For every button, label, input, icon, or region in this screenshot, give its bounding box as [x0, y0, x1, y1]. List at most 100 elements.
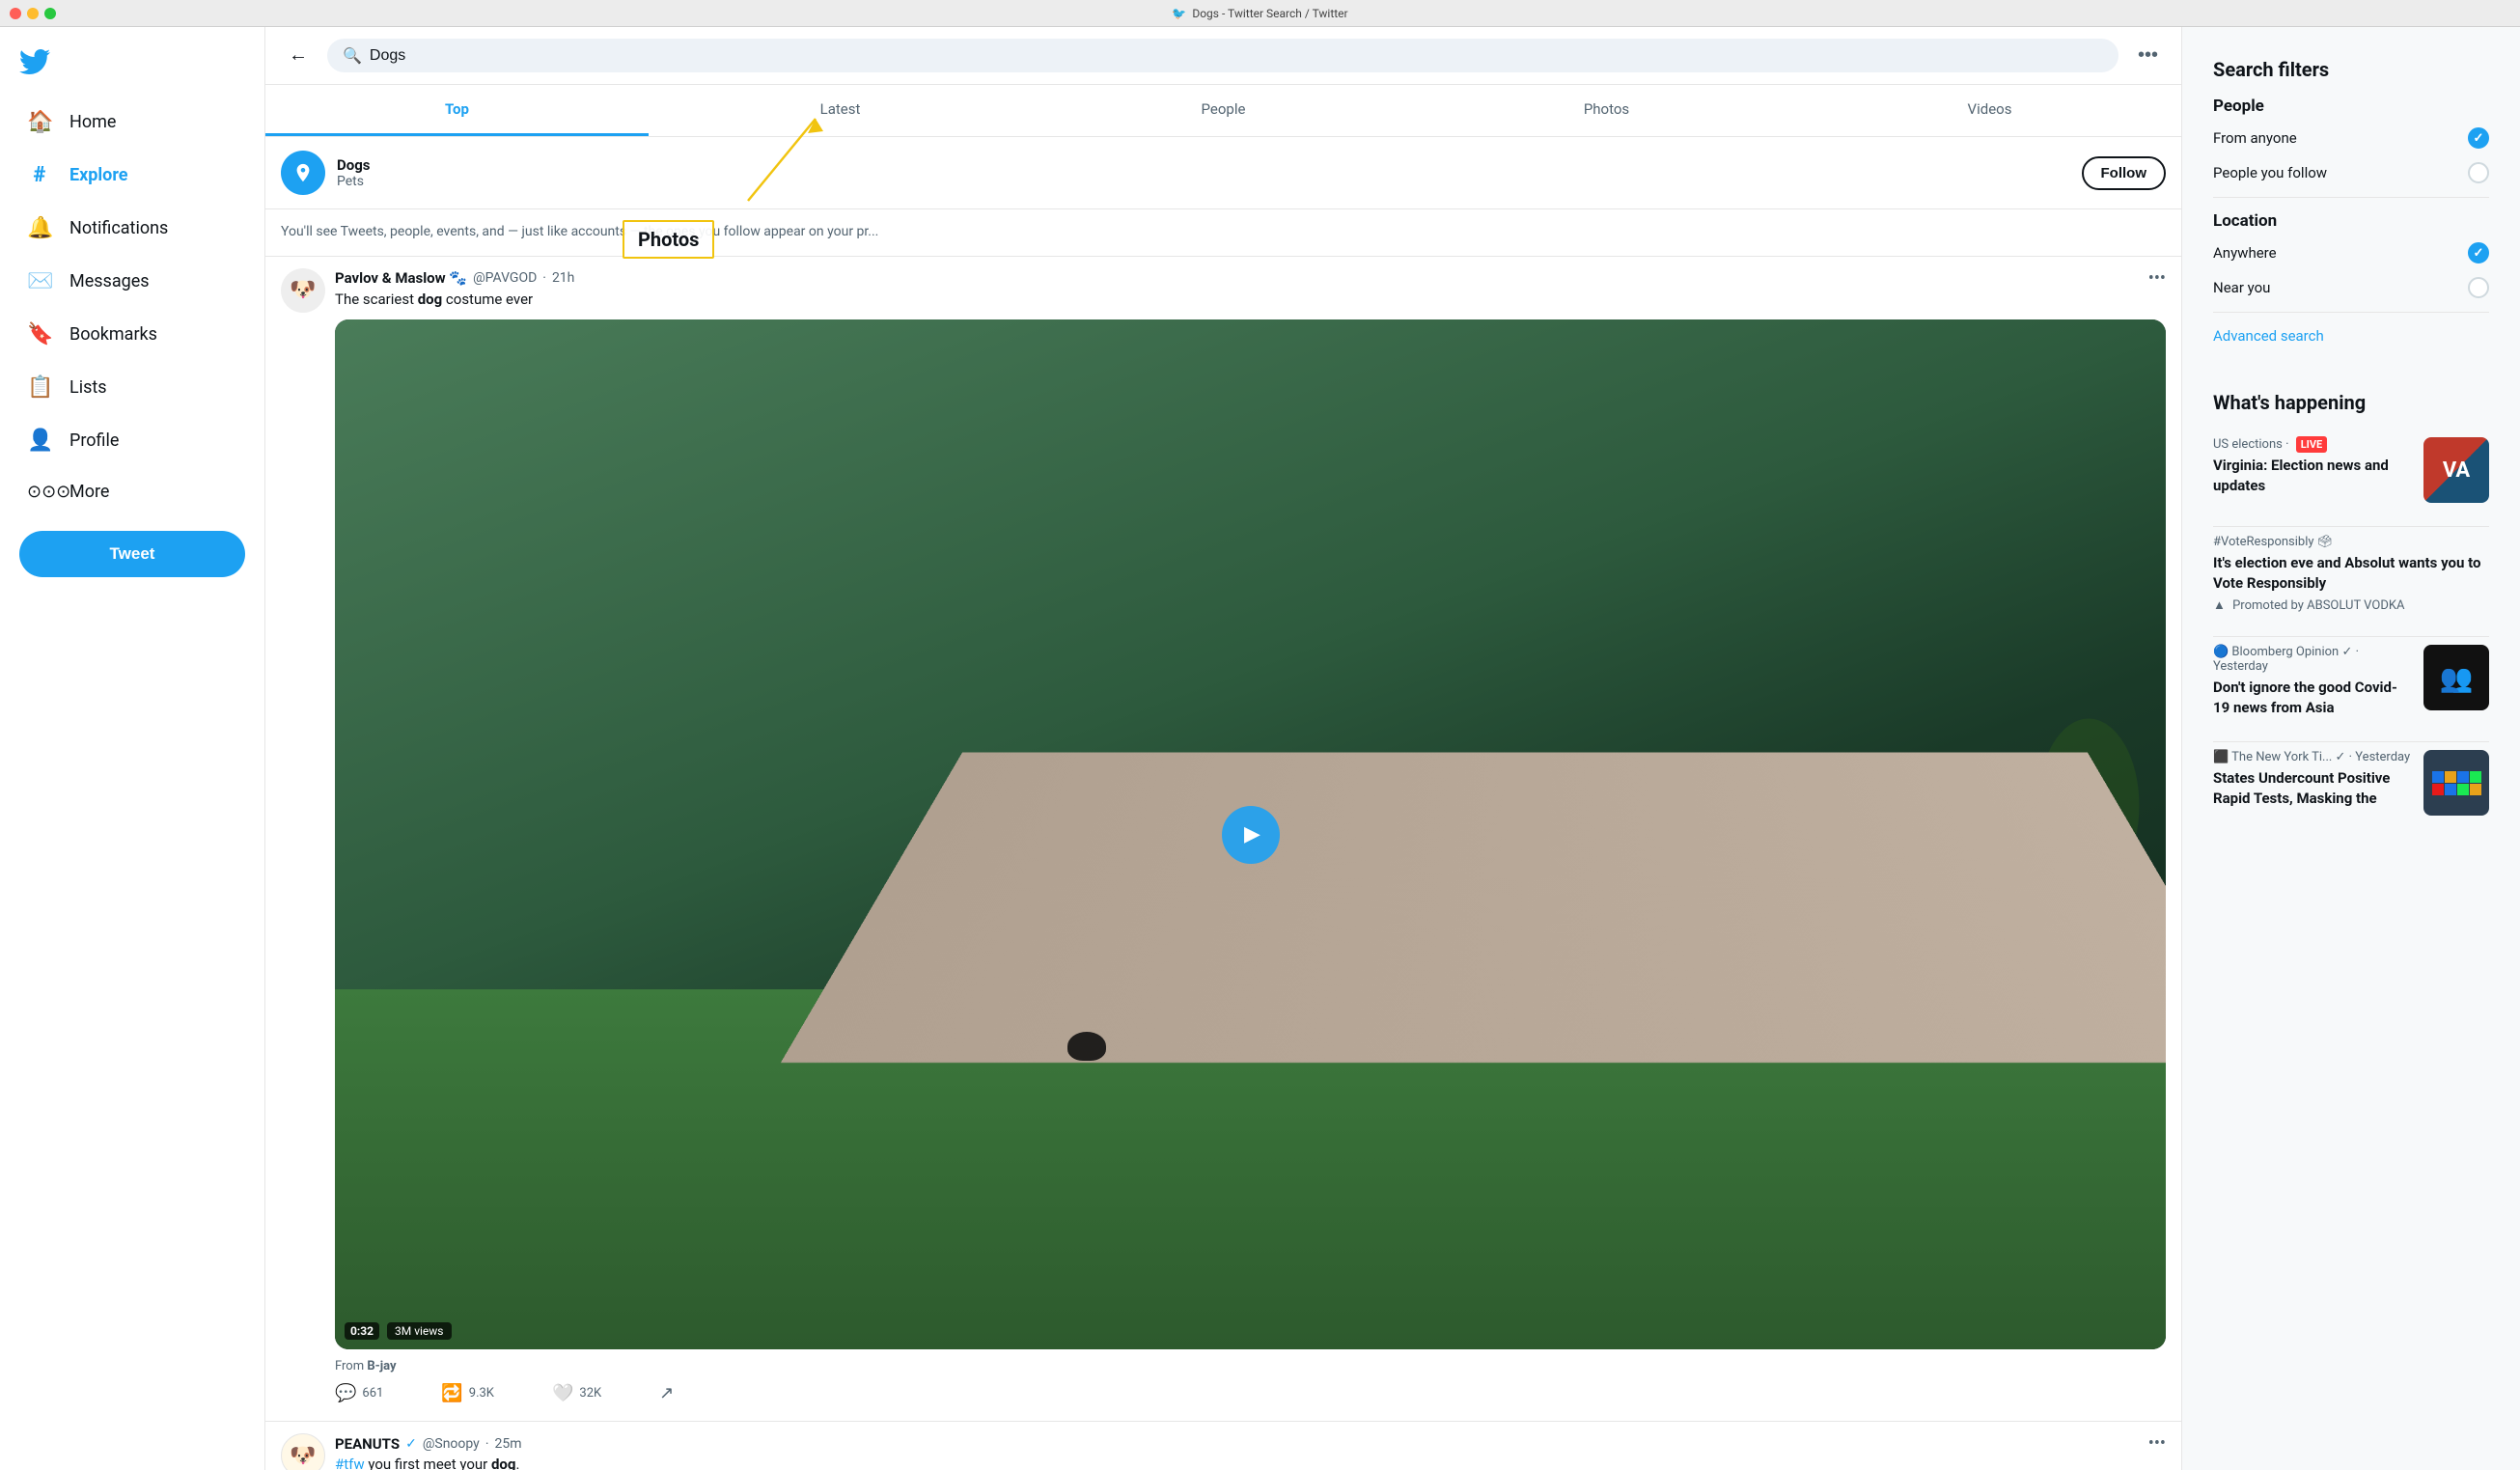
search-bar-area: ← 🔍 •••: [265, 27, 2181, 85]
minimize-button[interactable]: [27, 8, 39, 19]
video-views: 3M views: [387, 1322, 452, 1340]
follow-button[interactable]: Follow: [2082, 156, 2167, 190]
list-item[interactable]: #VoteResponsibly 🗳 It's election eve and…: [2213, 527, 2489, 621]
envelope-icon: ✉️: [27, 269, 52, 293]
more-options-button[interactable]: •••: [2130, 37, 2166, 74]
reply-action[interactable]: 💬 661: [335, 1383, 383, 1403]
window-controls: [10, 8, 56, 19]
happening-meta: 🔵 Bloomberg Opinion ✓ · Yesterday: [2213, 645, 2412, 674]
reply-icon: 💬: [335, 1383, 356, 1403]
close-button[interactable]: [10, 8, 21, 19]
tweet-button[interactable]: Tweet: [19, 531, 245, 577]
dogs-avatar: [281, 151, 325, 195]
near-you-radio[interactable]: [2468, 277, 2489, 298]
bookmark-icon: 🔖: [27, 322, 52, 347]
info-text: You'll see Tweets, people, events, and —…: [265, 209, 2181, 257]
list-item[interactable]: ⬛ The New York Ti... ✓ · Yesterday State…: [2213, 742, 2489, 823]
app: 🏠 Home # Explore 🔔 Notifications ✉️ Mess…: [0, 27, 2520, 1470]
happening-headline: Virginia: Election news and updates: [2213, 456, 2412, 496]
from-anyone-radio[interactable]: [2468, 127, 2489, 149]
happening-headline: It's election eve and Absolut wants you …: [2213, 553, 2489, 594]
sidebar: 🏠 Home # Explore 🔔 Notifications ✉️ Mess…: [0, 27, 265, 1470]
table-row: 🐶 Pavlov & Maslow 🐾 @PAVGOD · 21h ••• Th…: [265, 257, 2181, 1423]
filter-divider-2: [2213, 312, 2489, 313]
retweet-icon: 🔁: [441, 1383, 462, 1403]
people-you-follow-row: People you follow: [2213, 162, 2489, 183]
account-info: Dogs Pets: [281, 151, 371, 195]
tweet-time: 25m: [494, 1436, 521, 1452]
list-item[interactable]: US elections · LIVE Virginia: Election n…: [2213, 430, 2489, 511]
video-duration: 0:32: [345, 1322, 379, 1340]
sidebar-item-messages[interactable]: ✉️ Messages: [8, 258, 257, 305]
search-icon: 🔍: [343, 46, 362, 65]
from-anyone-label: From anyone: [2213, 129, 2297, 147]
sidebar-item-profile[interactable]: 👤 Profile: [8, 417, 257, 464]
happening-promo: ▲ Promoted by ABSOLUT VODKA: [2213, 597, 2489, 613]
sidebar-item-more[interactable]: ⊙⊙⊙ More: [8, 470, 257, 513]
retweet-action[interactable]: 🔁 9.3K: [441, 1383, 494, 1403]
tab-videos[interactable]: Videos: [1798, 85, 2181, 136]
play-icon: ▶: [1244, 822, 1260, 846]
sidebar-item-label: Explore: [69, 165, 127, 185]
search-input-wrap: 🔍: [327, 39, 2118, 72]
sidebar-item-label: Lists: [69, 377, 107, 398]
sidebar-item-label: Profile: [69, 430, 119, 451]
advanced-search-link[interactable]: Advanced search: [2213, 327, 2324, 345]
happening-thumbnail-va: VA: [2423, 437, 2489, 503]
tweet-video[interactable]: ▶ 0:32 3M views: [335, 319, 2166, 1349]
retweet-count: 9.3K: [469, 1386, 494, 1401]
search-filters-card: Search filters People From anyone People…: [2198, 42, 2505, 360]
share-action[interactable]: ↗: [659, 1383, 674, 1403]
tab-top[interactable]: Top: [265, 85, 649, 136]
sidebar-item-notifications[interactable]: 🔔 Notifications: [8, 205, 257, 252]
titlebar: 🐦 Dogs - Twitter Search / Twitter: [0, 0, 2520, 27]
tweet-user-info: PEANUTS ✓ @Snoopy · 25m •••: [335, 1433, 2166, 1454]
sidebar-navigation: 🏠 Home # Explore 🔔 Notifications ✉️ Mess…: [0, 97, 264, 515]
explore-icon: #: [27, 163, 52, 187]
tweet-text: The scariest dog costume ever: [335, 289, 2166, 311]
reply-count: 661: [362, 1386, 383, 1401]
play-button-overlay[interactable]: ▶: [1222, 806, 1280, 864]
people-you-follow-radio[interactable]: [2468, 162, 2489, 183]
sidebar-item-label: Home: [69, 112, 116, 132]
more-icon: ⊙⊙⊙: [27, 482, 52, 502]
back-button[interactable]: ←: [281, 37, 316, 74]
tweet-time: 21h: [552, 270, 574, 286]
tweet-more-options[interactable]: •••: [2148, 1433, 2166, 1454]
sidebar-item-home[interactable]: 🏠 Home: [8, 98, 257, 146]
sidebar-item-lists[interactable]: 📋 Lists: [8, 364, 257, 411]
heart-icon: 🤍: [552, 1383, 573, 1403]
tab-people[interactable]: People: [1032, 85, 1415, 136]
tab-latest[interactable]: Latest: [649, 85, 1032, 136]
happening-meta: ⬛ The New York Ti... ✓ · Yesterday: [2213, 750, 2412, 764]
maximize-button[interactable]: [44, 8, 56, 19]
whats-happening-card: What's happening US elections · LIVE Vir…: [2198, 375, 2505, 854]
tweet-more-options[interactable]: •••: [2148, 268, 2166, 289]
sidebar-item-bookmarks[interactable]: 🔖 Bookmarks: [8, 311, 257, 358]
people-you-follow-label: People you follow: [2213, 164, 2327, 181]
tweet-dot: ·: [542, 270, 546, 286]
anywhere-radio[interactable]: [2468, 242, 2489, 263]
location-filter-section: Location: [2213, 211, 2489, 231]
tab-photos[interactable]: Photos: [1415, 85, 1798, 136]
dog-figure: [1067, 1032, 1106, 1061]
live-badge: LIVE: [2296, 436, 2328, 453]
sidebar-item-label: Messages: [69, 271, 150, 291]
tweet-text: #tfw you first meet your dog.: [335, 1454, 2166, 1470]
dogs-account-card: Dogs Pets Follow: [265, 137, 2181, 209]
account-avatar-wrap: [281, 151, 325, 195]
account-details: Dogs Pets: [337, 156, 371, 189]
happening-headline: Don't ignore the good Covid-19 news from…: [2213, 678, 2412, 718]
account-sub: Pets: [337, 174, 371, 189]
like-action[interactable]: 🤍 32K: [552, 1383, 601, 1403]
happening-meta: US elections · LIVE: [2213, 437, 2412, 452]
sidebar-item-explore[interactable]: # Explore: [8, 152, 257, 199]
like-count: 32K: [579, 1386, 601, 1401]
list-item[interactable]: 🔵 Bloomberg Opinion ✓ · Yesterday Don't …: [2213, 637, 2489, 726]
near-you-row: Near you: [2213, 277, 2489, 298]
search-input[interactable]: [370, 47, 2103, 65]
promoted-icon: ▲: [2213, 598, 2226, 613]
whats-happening-title: What's happening: [2213, 391, 2489, 414]
from-anyone-row: From anyone: [2213, 127, 2489, 149]
from-label: From B-jay: [335, 1359, 2166, 1373]
